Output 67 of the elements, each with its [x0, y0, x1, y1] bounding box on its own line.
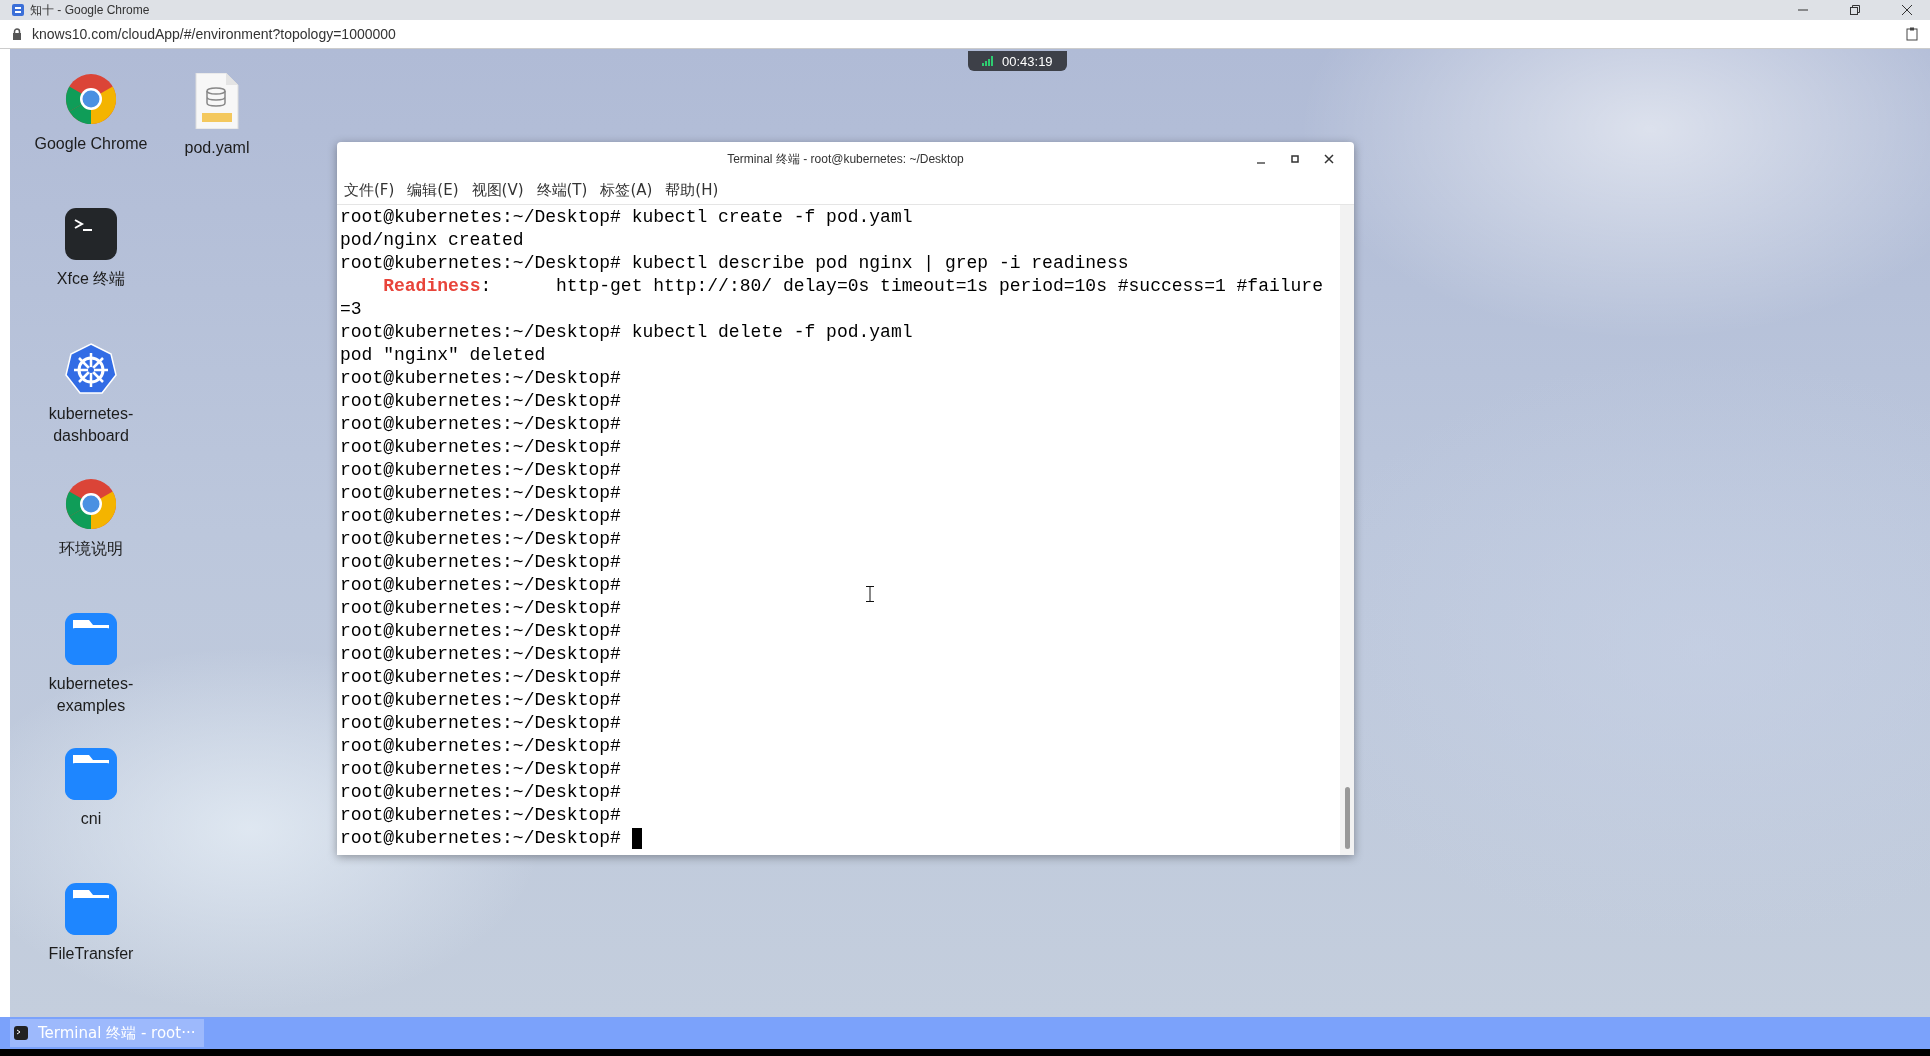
browser-logo-icon: [65, 73, 117, 125]
session-timer: 00:43:19: [1002, 53, 1053, 69]
desktop-shortcut[interactable]: cni: [30, 736, 152, 871]
folder-icon: [65, 613, 117, 665]
terminal-line: root@kubernetes:~/Desktop#: [340, 620, 621, 643]
terminal-line: root@kubernetes:~/Desktop#: [340, 643, 621, 666]
restore-icon: [1850, 5, 1860, 15]
terminal-line: root@kubernetes:~/Desktop#: [340, 436, 621, 459]
window-title: Terminal 终端 - root@kubernetes: ~/Desktop: [727, 151, 964, 166]
terminal-line: root@kubernetes:~/Desktop#: [340, 528, 621, 551]
browser-logo-icon: [65, 478, 117, 530]
scrollbar[interactable]: [1340, 205, 1354, 855]
text-cursor-icon: [866, 586, 874, 602]
desktop-shortcut[interactable]: Google Chrome: [30, 61, 152, 196]
terminal-line: root@kubernetes:~/Desktop#: [340, 551, 621, 574]
terminal-line: root@kubernetes:~/Desktop#: [340, 758, 621, 781]
terminal-line: root@kubernetes:~/Desktop#: [340, 459, 621, 482]
site-favicon-icon: [12, 4, 24, 16]
helm-wheel-icon: [65, 343, 117, 395]
desktop-shortcut[interactable]: Xfce 终端: [30, 196, 152, 331]
url-field[interactable]: knows10.com/cloudApp/#/environment?topology=1000000: [32, 26, 396, 42]
terminal-line: root@kubernetes:~/Desktop#: [340, 574, 621, 597]
terminal-line: root@kubernetes:~/Desktop#: [340, 505, 621, 528]
terminal-line: Readiness: http-get http://:80/ delay=0s timeout=1s period=10s #success=1 #failure: [382, 275, 1323, 298]
text-cursor: [631, 828, 642, 849]
close-icon: [1902, 5, 1912, 15]
menu-item[interactable]: 视图(V): [471, 178, 524, 202]
desktop-shortcut[interactable]: FileTransfer: [30, 871, 152, 1006]
desktop-shortcut[interactable]: kubernetes-examples: [30, 601, 152, 736]
terminal-icon: [14, 1026, 28, 1040]
terminal-line: root@kubernetes:~/Desktop#: [340, 367, 621, 390]
minimize-icon: [1256, 162, 1266, 164]
signal-icon: [982, 56, 994, 66]
menu-item[interactable]: 终端(T): [536, 178, 588, 202]
terminal-line: root@kubernetes:~/Desktop# kubectl delete -f pod.yaml: [340, 321, 913, 344]
lock-icon: [12, 28, 22, 40]
terminal-line: root@kubernetes:~/Desktop#: [340, 712, 621, 735]
terminal-line: root@kubernetes:~/Desktop# kubectl create -f pod.yaml: [340, 206, 913, 229]
terminal-line: root@kubernetes:~/Desktop#: [340, 827, 622, 850]
terminal-line: pod "nginx" deleted: [340, 344, 546, 367]
menu-item[interactable]: 文件(F): [344, 178, 395, 202]
terminal-icon: [65, 208, 117, 260]
clipboard-icon: [1906, 27, 1918, 41]
window-title: 知十 - Google Chrome: [30, 1, 150, 19]
database-file-icon: [194, 73, 240, 129]
terminal-line: root@kubernetes:~/Desktop# kubectl describe pod nginx | grep -i readiness: [340, 252, 1129, 275]
terminal-line: root@kubernetes:~/Desktop#: [340, 666, 621, 689]
desktop-shortcut[interactable]: 环境说明: [30, 466, 152, 601]
terminal-line: root@kubernetes:~/Desktop#: [340, 735, 621, 758]
terminal-line: root@kubernetes:~/Desktop#: [340, 482, 621, 505]
terminal-line: root@kubernetes:~/Desktop#: [340, 689, 621, 712]
menu-item[interactable]: 帮助(H): [665, 178, 719, 202]
menu-item[interactable]: 编辑(E): [407, 178, 459, 202]
folder-icon: [65, 748, 117, 800]
folder-icon: [65, 883, 117, 935]
maximize-icon: [1290, 154, 1300, 164]
desktop-shortcut[interactable]: kubernetes-dashboard: [30, 331, 152, 466]
terminal-line: root@kubernetes:~/Desktop#: [340, 597, 621, 620]
terminal-line: root@kubernetes:~/Desktop#: [340, 413, 621, 436]
menu-item[interactable]: 标签(A): [600, 178, 653, 202]
terminal-line: pod/nginx created: [340, 229, 524, 252]
terminal-line: root@kubernetes:~/Desktop#: [340, 781, 621, 804]
terminal-line: root@kubernetes:~/Desktop#: [340, 390, 621, 413]
terminal-line: =3: [340, 298, 362, 321]
close-icon: [1324, 154, 1334, 164]
desktop-shortcut[interactable]: pod.yaml: [156, 61, 278, 196]
terminal-line: root@kubernetes:~/Desktop#: [340, 804, 621, 827]
